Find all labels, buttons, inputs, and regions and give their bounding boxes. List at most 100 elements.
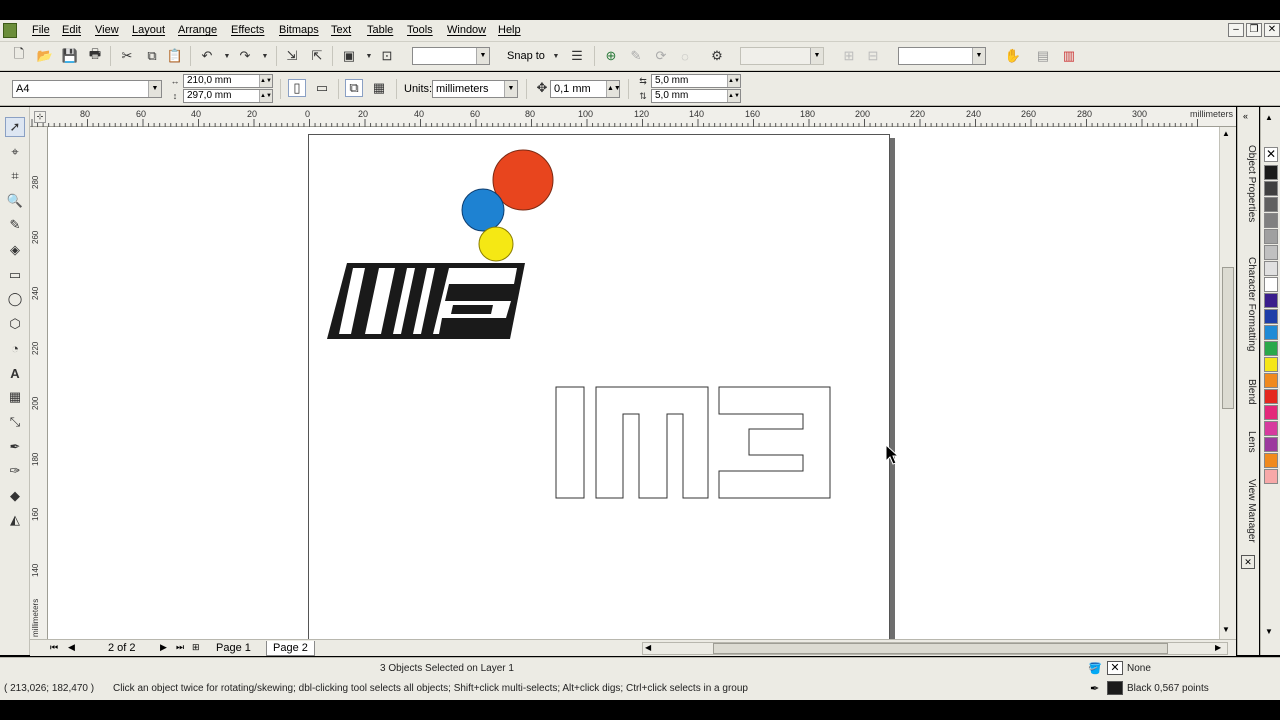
outline-swatch[interactable]: [1107, 681, 1123, 695]
scroll-up-icon[interactable]: ▲: [1222, 129, 1230, 138]
color-swatch[interactable]: [1264, 309, 1278, 324]
menu-table[interactable]: Table: [367, 24, 393, 36]
print-icon[interactable]: 🖶: [86, 46, 104, 65]
fill-swatch-none[interactable]: ✕: [1107, 661, 1123, 675]
menu-layout[interactable]: Layout: [132, 24, 165, 36]
spin-arrows-icon[interactable]: ▲▼: [727, 90, 740, 102]
tab-character-formatting[interactable]: Character Formatting: [1241, 241, 1257, 361]
eyedropper-tool-icon[interactable]: ✒: [5, 437, 25, 457]
color-swatch[interactable]: [1264, 453, 1278, 468]
color-swatch[interactable]: [1264, 245, 1278, 260]
snap-to-dropdown-icon[interactable]: ▼: [547, 47, 565, 65]
cut-icon[interactable]: ✂: [118, 47, 136, 65]
tab-page-2[interactable]: Page 2: [266, 641, 315, 656]
vertical-ruler[interactable]: 280 260 240 220 200 180 160 140 millimet…: [30, 127, 48, 639]
shape-tool-icon[interactable]: ⌖: [5, 142, 25, 162]
current-page-icon[interactable]: ▦: [370, 79, 388, 97]
minimize-button[interactable]: –: [1228, 23, 1244, 37]
zoom-tool-icon[interactable]: 🔍: [5, 191, 25, 211]
spin-arrows-icon[interactable]: ▲▼: [727, 75, 740, 87]
vertical-scrollbar[interactable]: ▲ ▼: [1219, 127, 1236, 639]
welcome-screen-icon[interactable]: ⊡: [378, 47, 396, 65]
color-swatch[interactable]: [1264, 277, 1278, 292]
application-options-icon[interactable]: ⚙: [708, 47, 726, 65]
application-launcher-icon[interactable]: ▣: [340, 47, 358, 65]
color-swatch[interactable]: [1264, 405, 1278, 420]
no-color-swatch[interactable]: ✕: [1264, 147, 1278, 162]
font-combo[interactable]: ▼: [898, 47, 986, 65]
scroll-thumb[interactable]: [1222, 267, 1234, 409]
color-swatch[interactable]: [1264, 181, 1278, 196]
basic-shapes-icon[interactable]: ◔: [5, 338, 25, 358]
spin-arrows-icon[interactable]: ▲▼: [606, 81, 621, 97]
logo-im3-filled[interactable]: [327, 263, 525, 339]
text-tool-icon[interactable]: A: [5, 363, 25, 383]
color-swatch[interactable]: [1264, 469, 1278, 484]
tab-blend[interactable]: Blend: [1241, 363, 1257, 413]
corel-connect-icon[interactable]: ⊕: [602, 47, 620, 65]
color-swatch[interactable]: [1264, 421, 1278, 436]
tab-page-1[interactable]: Page 1: [210, 641, 257, 656]
table-tool-icon[interactable]: ▦: [5, 387, 25, 407]
logo-im3-outline[interactable]: [555, 386, 831, 499]
menu-help[interactable]: Help: [498, 24, 521, 36]
redo-dropdown-icon[interactable]: ▼: [256, 47, 274, 65]
color-swatch[interactable]: [1264, 213, 1278, 228]
color-swatch[interactable]: [1264, 389, 1278, 404]
units-combo[interactable]: millimeters ▼: [432, 80, 518, 98]
drawing-canvas[interactable]: [48, 127, 1219, 639]
color-swatch[interactable]: [1264, 373, 1278, 388]
restore-button[interactable]: ❐: [1246, 23, 1262, 37]
ellipse-tool-icon[interactable]: ◯: [5, 289, 25, 309]
portrait-icon[interactable]: ▯: [288, 79, 306, 97]
menu-view[interactable]: View: [95, 24, 119, 36]
color-swatch[interactable]: [1264, 261, 1278, 276]
open-icon[interactable]: 📂: [36, 47, 54, 65]
close-docker-icon[interactable]: ✕: [1241, 555, 1255, 569]
prev-page-icon[interactable]: ◀: [68, 642, 75, 653]
zoom-levels-combo[interactable]: ▼: [412, 47, 490, 65]
color-swatch[interactable]: [1264, 325, 1278, 340]
horizontal-scrollbar[interactable]: ◀ ▶: [642, 642, 1228, 655]
palette-scroll-up-icon[interactable]: ▲: [1265, 113, 1273, 122]
spin-arrows-icon[interactable]: ▲▼: [259, 90, 272, 102]
menu-edit[interactable]: Edit: [62, 24, 81, 36]
snap-to-label[interactable]: Snap to: [507, 50, 545, 62]
rectangle-tool-icon[interactable]: ▭: [5, 265, 25, 285]
tab-object-properties[interactable]: Object Properties: [1241, 129, 1257, 239]
scroll-down-icon[interactable]: ▼: [1222, 625, 1230, 634]
save-icon[interactable]: 💾: [61, 47, 79, 65]
all-pages-icon[interactable]: ⧉: [345, 79, 363, 97]
color-swatch[interactable]: [1264, 197, 1278, 212]
tab-lens[interactable]: Lens: [1241, 415, 1257, 459]
dimension-tool-icon[interactable]: ⤡: [5, 412, 25, 432]
paste-icon[interactable]: 📋: [166, 47, 184, 65]
page-area[interactable]: [308, 134, 890, 639]
last-page-icon[interactable]: ⏭: [176, 642, 184, 653]
nudge-distance-field[interactable]: 0,1 mm ▲▼: [550, 80, 621, 98]
outline-tool-icon[interactable]: ✑: [5, 461, 25, 481]
menu-arrange[interactable]: Arrange: [178, 24, 217, 36]
logo-circle-blue[interactable]: [461, 188, 505, 232]
menu-window[interactable]: Window: [447, 24, 486, 36]
horizontal-ruler[interactable]: ⊹ 80 60 40 20 0 20 40 60 80 100 120 140 …: [30, 107, 1236, 127]
polygon-tool-icon[interactable]: ⬡: [5, 314, 25, 334]
redo-icon[interactable]: ↷: [236, 47, 254, 65]
color-swatch[interactable]: [1264, 437, 1278, 452]
launcher-dropdown-icon[interactable]: ▼: [360, 47, 378, 65]
color-swatch[interactable]: [1264, 357, 1278, 372]
tab-view-manager[interactable]: View Manager: [1241, 463, 1257, 553]
menu-tools[interactable]: Tools: [407, 24, 433, 36]
menu-effects[interactable]: Effects: [231, 24, 264, 36]
scroll-right-icon[interactable]: ▶: [1215, 643, 1221, 652]
undo-icon[interactable]: ↶: [198, 47, 216, 65]
paper-height-field[interactable]: 297,0 mm ▲▼: [183, 89, 273, 103]
new-document-icon[interactable]: 🗋: [10, 46, 28, 65]
spin-arrows-icon[interactable]: ▲▼: [259, 75, 272, 87]
color-swatch[interactable]: [1264, 341, 1278, 356]
scroll-thumb[interactable]: [713, 643, 1168, 654]
next-page-icon[interactable]: ▶: [160, 642, 167, 653]
duplicate-y-field[interactable]: 5,0 mm ▲▼: [651, 89, 741, 103]
pick-tool-icon[interactable]: ➚: [5, 117, 25, 137]
import-icon[interactable]: ⇲: [283, 47, 301, 65]
